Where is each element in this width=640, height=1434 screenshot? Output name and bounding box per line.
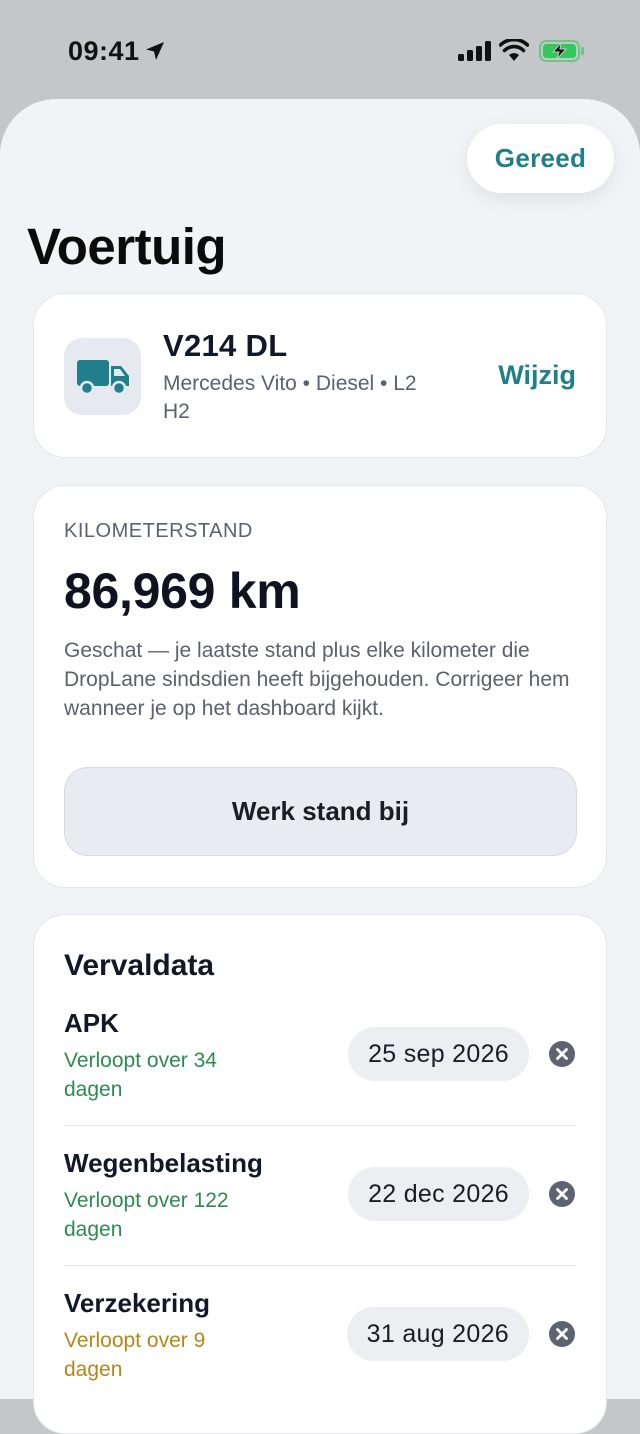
location-arrow-icon bbox=[146, 42, 164, 60]
update-odometer-button[interactable]: Werk stand bij bbox=[64, 767, 577, 856]
vehicle-description: Mercedes Vito • Diesel • L2 H2 bbox=[163, 372, 417, 423]
odometer-value: 86,969 km bbox=[64, 563, 301, 619]
odometer-note: Geschat — je laatste stand plus elke kil… bbox=[64, 639, 570, 720]
due-date-status: Verloopt over 9 dagen bbox=[64, 1329, 206, 1381]
cellular-signal-icon bbox=[458, 41, 491, 61]
clear-date-icon[interactable] bbox=[548, 1320, 576, 1348]
edit-vehicle-button[interactable]: Wijzig bbox=[498, 360, 576, 391]
due-date-name: Verzekering bbox=[64, 1288, 210, 1318]
license-plate: V214 DL bbox=[163, 328, 288, 363]
clear-date-icon[interactable] bbox=[548, 1040, 576, 1068]
due-date-status: Verloopt over 122 dagen bbox=[64, 1189, 229, 1241]
row-divider bbox=[64, 1265, 576, 1266]
vehicle-sheet: Gereed Voertuig V214 DL Mercedes Vito • … bbox=[0, 99, 640, 1434]
due-date-picker[interactable]: 22 dec 2026 bbox=[348, 1167, 529, 1221]
odometer-label: KILOMETERSTAND bbox=[64, 520, 253, 542]
page-title: Voertuig bbox=[27, 218, 227, 275]
due-date-name: Wegenbelasting bbox=[64, 1148, 263, 1178]
due-date-row-road-tax: Wegenbelasting Verloopt over 122 dagen 2… bbox=[64, 1148, 576, 1288]
due-date-picker[interactable]: 31 aug 2026 bbox=[346, 1307, 529, 1361]
clear-date-icon[interactable] bbox=[548, 1180, 576, 1208]
truck-icon bbox=[76, 359, 129, 395]
due-date-picker[interactable]: 25 sep 2026 bbox=[348, 1027, 529, 1081]
due-dates-card: Vervaldata APK Verloopt over 34 dagen 25… bbox=[33, 914, 607, 1434]
status-time: 09:41 bbox=[68, 36, 140, 66]
due-date-name: APK bbox=[64, 1008, 119, 1038]
due-date-row-insurance: Verzekering Verloopt over 9 dagen 31 aug… bbox=[64, 1288, 576, 1428]
battery-charging-icon bbox=[539, 40, 584, 62]
due-date-row-apk: APK Verloopt over 34 dagen 25 sep 2026 bbox=[64, 1008, 576, 1148]
due-date-status: Verloopt over 34 dagen bbox=[64, 1049, 217, 1101]
vehicle-icon-tile bbox=[64, 338, 141, 415]
wifi-icon bbox=[499, 39, 529, 61]
due-dates-title: Vervaldata bbox=[64, 949, 215, 982]
done-button[interactable]: Gereed bbox=[467, 124, 614, 193]
status-bar: 09:41 bbox=[0, 0, 640, 100]
row-divider bbox=[64, 1125, 576, 1126]
odometer-card: KILOMETERSTAND 86,969 km Geschat — je la… bbox=[33, 485, 607, 888]
vehicle-card: V214 DL Mercedes Vito • Diesel • L2 H2 W… bbox=[33, 293, 607, 458]
